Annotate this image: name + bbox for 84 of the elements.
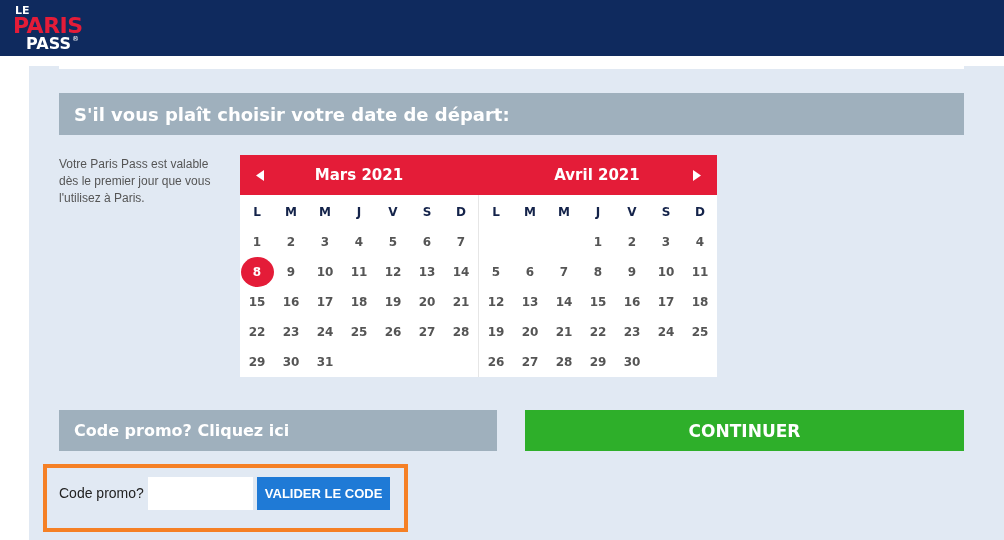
calendar-day[interactable]: 27 <box>411 317 443 347</box>
calendar-day[interactable]: 6 <box>514 257 546 287</box>
calendar-day[interactable]: 12 <box>480 287 512 317</box>
weekday-label: D <box>455 204 467 221</box>
calendar-day[interactable]: 30 <box>616 347 648 377</box>
calendar-day[interactable]: 13 <box>514 287 546 317</box>
calendar-day[interactable]: 7 <box>548 257 580 287</box>
calendar-day[interactable]: 14 <box>445 257 477 287</box>
calendar-day[interactable]: 27 <box>514 347 546 377</box>
calendar-day[interactable]: 15 <box>582 287 614 317</box>
weekday-label: S <box>660 204 672 221</box>
calendar-day[interactable]: 10 <box>309 257 341 287</box>
calendar-day[interactable]: 20 <box>411 287 443 317</box>
calendar-day[interactable]: 22 <box>582 317 614 347</box>
calendar-day[interactable]: 24 <box>309 317 341 347</box>
calendar-day[interactable]: 28 <box>445 317 477 347</box>
weekday-label: J <box>355 204 363 221</box>
calendar-day[interactable]: 16 <box>616 287 648 317</box>
weekday-label: M <box>318 204 332 221</box>
calendar-day[interactable]: 4 <box>684 227 716 257</box>
calendar-day[interactable]: 1 <box>582 227 614 257</box>
calendar-day[interactable]: 6 <box>411 227 443 257</box>
description-text: Votre Paris Pass est valable dès le premier jour que vous l'utilisez à Paris. <box>59 156 212 207</box>
next-icon[interactable] <box>693 170 701 181</box>
weekday-label: V <box>626 204 638 221</box>
weekday-label: D <box>694 204 706 221</box>
promo-code-label: Code promo? <box>59 485 144 501</box>
weekday-label: L <box>252 204 262 221</box>
calendar-day[interactable]: 21 <box>445 287 477 317</box>
calendar-day[interactable]: 7 <box>445 227 477 257</box>
calendar-day[interactable]: 31 <box>309 347 341 377</box>
promo-code-field[interactable] <box>147 477 253 510</box>
weekday-label: M <box>284 204 298 221</box>
calendar-day[interactable]: 18 <box>684 287 716 317</box>
calendar-day[interactable]: 11 <box>684 257 716 287</box>
calendar-day[interactable]: 25 <box>343 317 375 347</box>
calendar-day[interactable]: 8 <box>582 257 614 287</box>
calendar-day[interactable]: 25 <box>684 317 716 347</box>
calendar-day[interactable]: 5 <box>377 227 409 257</box>
calendar-day[interactable]: 16 <box>275 287 307 317</box>
calendar-day[interactable]: 28 <box>548 347 580 377</box>
weekday-label: L <box>491 204 501 221</box>
calendar-day[interactable]: 30 <box>275 347 307 377</box>
selected-day[interactable]: 8 <box>240 257 274 287</box>
month-title: Avril 2021 <box>554 166 640 184</box>
weekday-label: J <box>594 204 602 221</box>
calendar-day[interactable]: 19 <box>480 317 512 347</box>
calendar-day[interactable]: 26 <box>480 347 512 377</box>
calendar-day[interactable]: 26 <box>377 317 409 347</box>
calendar-day[interactable]: 3 <box>309 227 341 257</box>
calendar-day[interactable]: 1 <box>241 227 273 257</box>
month-title: Mars 2021 <box>314 166 404 184</box>
calendar-day[interactable]: 19 <box>377 287 409 317</box>
calendar-day[interactable]: 20 <box>514 317 546 347</box>
validate-code-button[interactable]: VALIDER LE CODE <box>256 477 391 510</box>
weekday-label: M <box>523 204 537 221</box>
calendar-day[interactable]: 2 <box>275 227 307 257</box>
calendar-day[interactable]: 9 <box>275 257 307 287</box>
calendar-day[interactable]: 9 <box>616 257 648 287</box>
calendar-day[interactable]: 29 <box>582 347 614 377</box>
calendar-day[interactable]: 15 <box>241 287 273 317</box>
calendar-day[interactable]: 17 <box>650 287 682 317</box>
calendar-day[interactable]: 5 <box>480 257 512 287</box>
calendar-day[interactable]: 23 <box>275 317 307 347</box>
calendar-day[interactable]: 3 <box>650 227 682 257</box>
calendar-day[interactable]: 21 <box>548 317 580 347</box>
calendar-day[interactable]: 14 <box>548 287 580 317</box>
calendar-day[interactable]: 11 <box>343 257 375 287</box>
weekday-label: V <box>387 204 399 221</box>
previous-icon[interactable] <box>256 170 264 181</box>
section-heading: S'il vous plaît choisir votre date de départ: <box>59 93 964 135</box>
calendar-day[interactable]: 18 <box>343 287 375 317</box>
calendar-day[interactable]: 12 <box>377 257 409 287</box>
calendar-day[interactable]: 17 <box>309 287 341 317</box>
calendar-day[interactable]: 4 <box>343 227 375 257</box>
weekday-label: M <box>557 204 571 221</box>
calendar-day[interactable]: 2 <box>616 227 648 257</box>
calendar-day[interactable]: 13 <box>411 257 443 287</box>
calendar-day[interactable]: 29 <box>241 347 273 377</box>
calendar-day[interactable]: 22 <box>241 317 273 347</box>
calendar-day[interactable]: 24 <box>650 317 682 347</box>
weekday-label: S <box>421 204 433 221</box>
calendar-day[interactable]: 10 <box>650 257 682 287</box>
calendar-day[interactable]: 23 <box>616 317 648 347</box>
